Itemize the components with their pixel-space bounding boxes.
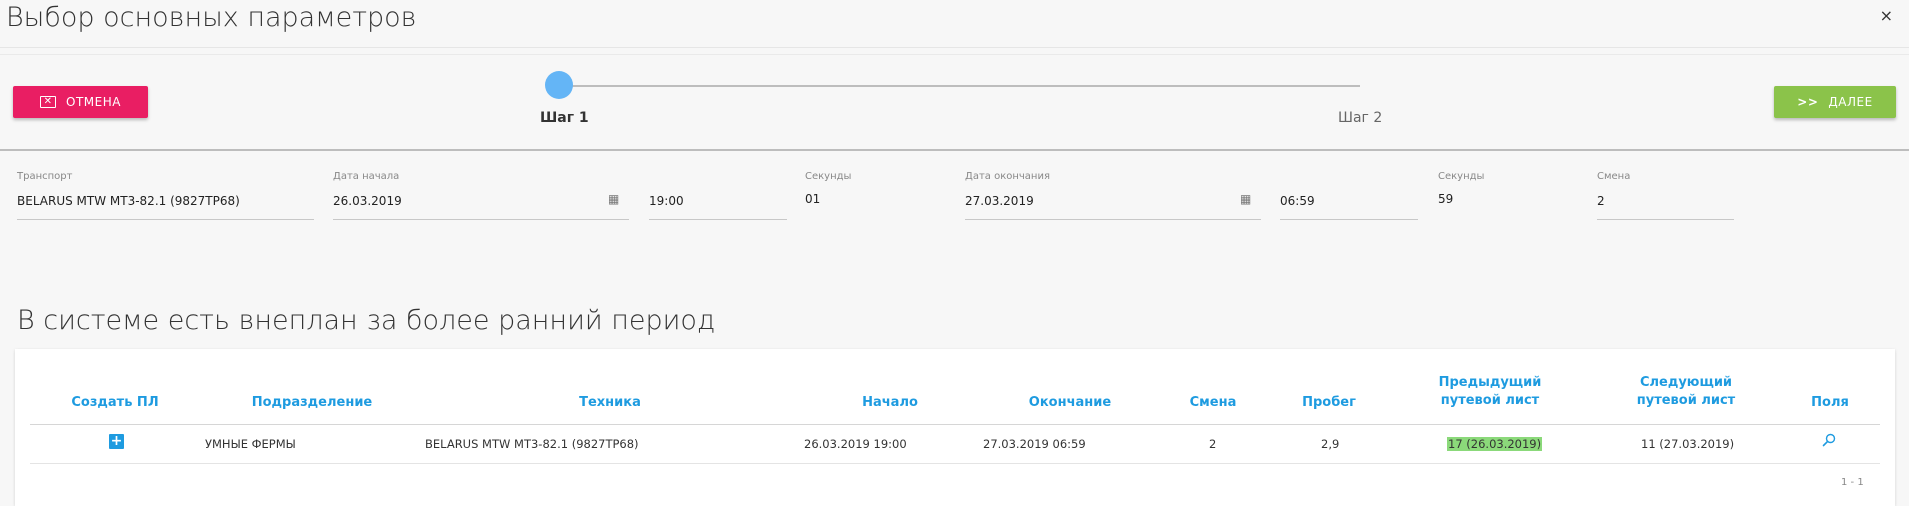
col-header-division[interactable]: Подразделение (232, 394, 392, 412)
cell-equipment: BELARUS MTW MT3-82.1 (9827ТР68) (425, 437, 639, 451)
calendar-icon[interactable]: ▦ (608, 192, 619, 206)
next-button-label: ДАЛЕЕ (1828, 95, 1873, 109)
start-date-label: Дата начала (333, 171, 400, 182)
shift-label: Смена (1597, 171, 1631, 182)
cell-previous-waybill[interactable]: 17 (26.03.2019) (1447, 437, 1543, 451)
col-header-fields[interactable]: Поля (1800, 394, 1860, 412)
cell-mileage: 2,9 (1321, 437, 1340, 451)
end-date-label: Дата окончания (965, 171, 1050, 182)
close-icon[interactable]: × (1880, 6, 1893, 25)
cell-start: 26.03.2019 19:00 (804, 437, 907, 451)
end-time-input[interactable]: 06:59 (1280, 194, 1315, 208)
cell-division: УМНЫЕ ФЕРМЫ (205, 437, 296, 451)
search-icon[interactable] (1822, 432, 1836, 451)
calendar-icon[interactable]: ▦ (1240, 192, 1251, 206)
next-button[interactable]: >> ДАЛЕЕ (1774, 86, 1896, 118)
col-header-previous[interactable]: Предыдущий путевой лист (1420, 374, 1560, 410)
start-time-underline (649, 219, 787, 220)
col-header-mileage[interactable]: Пробег (1289, 394, 1369, 412)
col-header-create[interactable]: Создать ПЛ (55, 394, 175, 412)
cancel-button[interactable]: ✕ ОТМЕНА (13, 86, 148, 118)
table-row-divider (30, 463, 1880, 464)
col-header-next-line1: Следующий (1639, 375, 1733, 390)
shift-input[interactable]: 2 (1597, 194, 1605, 208)
seconds-start-value: 01 (805, 192, 821, 206)
end-date-underline (965, 219, 1261, 220)
table-header-divider (30, 424, 1880, 425)
transport-underline (17, 219, 314, 220)
step-2-label[interactable]: Шаг 2 (1338, 110, 1382, 126)
previous-waybill-highlight: 17 (26.03.2019) (1447, 437, 1543, 451)
seconds-end-label: Секунды (1438, 171, 1485, 182)
seconds-start-label: Секунды (805, 171, 852, 182)
cancel-button-label: ОТМЕНА (66, 95, 121, 109)
transport-label: Транспорт (17, 171, 73, 182)
col-header-previous-line2: путевой лист (1440, 393, 1540, 408)
dialog-title: Выбор основных параметров (6, 2, 417, 33)
col-header-next-line2: путевой лист (1636, 393, 1736, 408)
shift-underline (1597, 219, 1734, 220)
start-date-input[interactable]: 26.03.2019 (333, 194, 402, 208)
col-header-equipment[interactable]: Техника (520, 394, 700, 412)
cell-next-waybill[interactable]: 11 (27.03.2019) (1641, 437, 1734, 451)
transport-input[interactable]: BELARUS MTW MT3-82.1 (9827ТР68) (17, 194, 240, 208)
step-1-label[interactable]: Шаг 1 (540, 110, 589, 126)
cell-shift: 2 (1209, 437, 1217, 451)
col-header-start[interactable]: Начало (830, 394, 950, 412)
col-header-previous-line1: Предыдущий (1438, 375, 1542, 390)
stepper-track (557, 85, 1360, 87)
cell-end: 27.03.2019 06:59 (983, 437, 1086, 451)
results-table (15, 349, 1895, 506)
create-waybill-plus-icon[interactable]: + (109, 434, 124, 449)
start-time-input[interactable]: 19:00 (649, 194, 684, 208)
col-header-shift[interactable]: Смена (1173, 394, 1253, 412)
start-date-underline (333, 219, 629, 220)
divider (0, 54, 1909, 55)
section-separator (0, 149, 1909, 151)
seconds-end-value: 59 (1438, 192, 1454, 206)
col-header-end[interactable]: Окончание (1010, 394, 1130, 412)
divider (0, 47, 1909, 48)
cancel-icon: ✕ (40, 96, 57, 108)
pagination-info: 1 - 1 (1841, 477, 1864, 488)
stepper-current-dot[interactable] (545, 71, 573, 99)
end-date-input[interactable]: 27.03.2019 (965, 194, 1034, 208)
double-chevron-right-icon: >> (1797, 95, 1819, 109)
col-header-next[interactable]: Следующий путевой лист (1616, 374, 1756, 410)
end-time-underline (1280, 219, 1418, 220)
section-title: В системе есть внеплан за более ранний п… (17, 305, 716, 336)
